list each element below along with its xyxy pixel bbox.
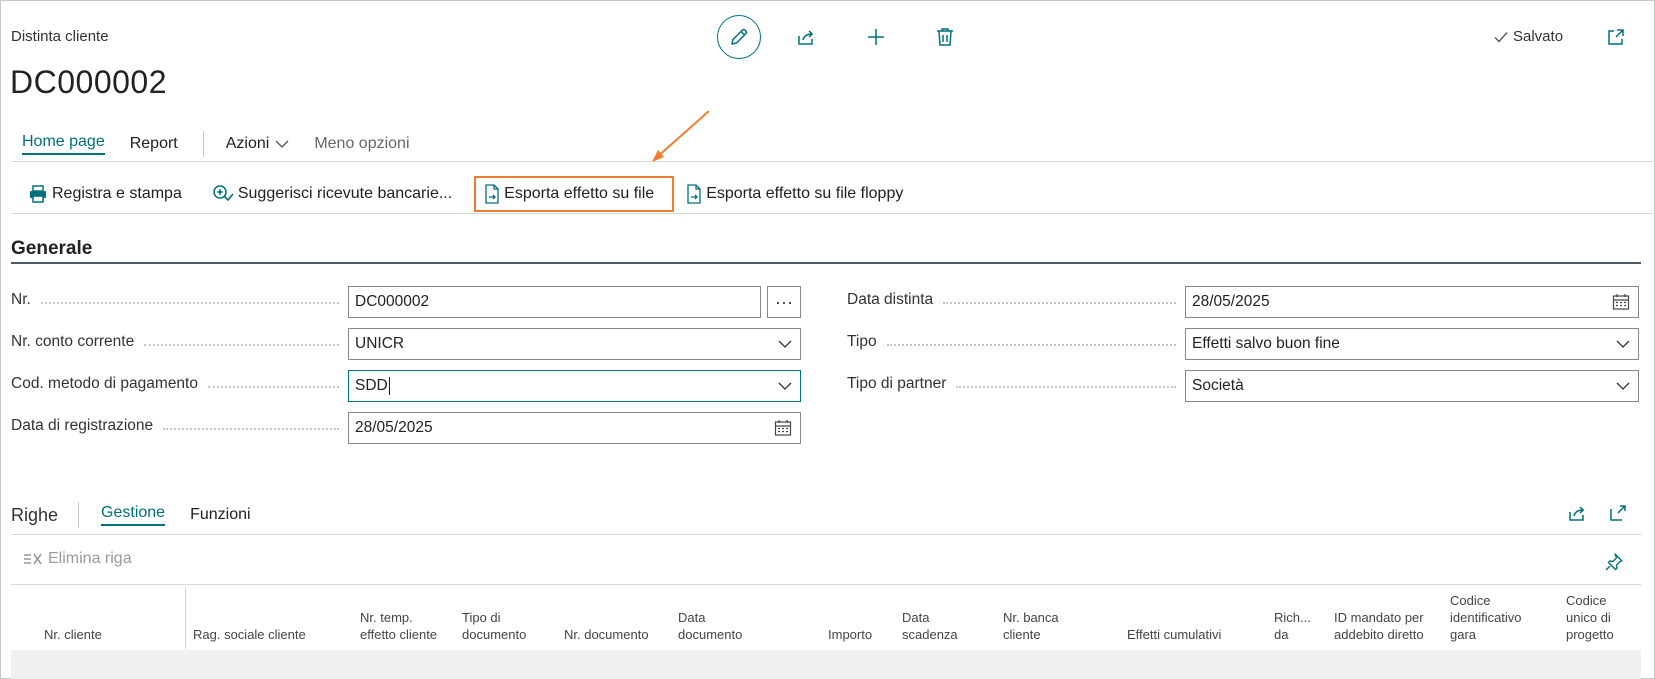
calendar-icon[interactable]	[774, 419, 792, 437]
delete-row-icon	[24, 553, 42, 565]
delete-line-button[interactable]: Elimina riga	[23, 550, 132, 568]
posting-date-field[interactable]: 28/05/2025	[348, 412, 801, 444]
label-payment-method: Cod. metodo di pagamento	[11, 375, 347, 393]
col-temp-effect-no[interactable]: Nr. temp. effetto cliente	[360, 609, 440, 643]
label-type: Tipo	[847, 333, 1184, 351]
col-direct-debit-mandate-id[interactable]: ID mandato per addebito diretto	[1334, 609, 1429, 643]
chevron-down-icon	[1616, 340, 1630, 348]
post-and-print-label: Registra e stampa	[52, 185, 182, 202]
col-due-date[interactable]: Data scadenza	[902, 609, 972, 643]
lines-title: Righe	[11, 504, 59, 525]
label-slip-date: Data distinta	[847, 291, 1184, 309]
col-project-code[interactable]: Codice unico di progetto	[1566, 592, 1641, 643]
lines-tabs-divider	[11, 534, 1641, 535]
section-title-general: Generale	[11, 238, 93, 259]
export-effect-to-file-button[interactable]: Esporta effetto su file	[474, 176, 675, 212]
suggest-receipts-icon	[213, 185, 234, 202]
open-in-new-window-icon	[1608, 29, 1624, 45]
slip-date-field[interactable]: 28/05/2025	[1185, 286, 1639, 318]
col-document-no[interactable]: Nr. documento	[564, 626, 649, 643]
chevron-down-icon	[1616, 382, 1630, 390]
tab-manage[interactable]: Gestione	[101, 504, 166, 526]
chevron-down-icon	[778, 340, 792, 348]
col-customer-bank-no[interactable]: Nr. banca cliente	[1003, 609, 1073, 643]
suggest-bank-receipts-label: Suggerisci ricevute bancarie...	[237, 185, 453, 202]
edit-button[interactable]	[717, 15, 761, 59]
section-underline	[11, 262, 1641, 264]
expand-icon	[1610, 505, 1626, 521]
partner-type-select[interactable]: Società	[1185, 370, 1639, 402]
page-caption: Distinta cliente	[11, 28, 109, 45]
page-tabs: Home page Report Azioni Meno opzioni	[22, 131, 435, 157]
action-bar: Registra e stampa Suggerisci ricevute ba…	[24, 176, 907, 212]
delete-line-label: Elimina riga	[48, 550, 132, 567]
share-button[interactable]	[791, 22, 821, 52]
tab-actions-label: Azioni	[225, 135, 270, 152]
column-separator	[185, 587, 186, 649]
new-button[interactable]	[861, 22, 891, 52]
label-number: Nr.	[11, 291, 347, 309]
delete-button[interactable]	[930, 22, 960, 52]
saved-label: Salvato	[1513, 28, 1564, 45]
tab-actions[interactable]: Azioni	[226, 135, 290, 153]
type-select[interactable]: Effetti salvo buon fine	[1185, 328, 1639, 360]
col-amount[interactable]: Importo	[828, 626, 872, 643]
grid-top-divider	[11, 584, 1641, 585]
share-icon	[1569, 506, 1584, 521]
col-document-type[interactable]: Tipo di documento	[462, 609, 542, 643]
number-lookup-button[interactable]: ···	[767, 286, 801, 318]
actions-divider	[11, 213, 1655, 214]
post-and-print-button[interactable]: Registra e stampa	[24, 176, 186, 212]
printer-icon	[30, 185, 46, 203]
col-document-date[interactable]: Data documento	[678, 609, 758, 643]
plus-icon	[868, 29, 884, 45]
chevron-down-icon	[778, 382, 792, 390]
export-effect-to-floppy-button[interactable]: Esporta effetto su file floppy	[682, 176, 907, 212]
tab-functions[interactable]: Funzioni	[190, 506, 250, 524]
col-customer-no[interactable]: Nr. cliente	[44, 626, 102, 643]
saved-status: Salvato	[1493, 28, 1563, 45]
document-export-icon	[687, 184, 701, 204]
col-requested-by[interactable]: Rich... da	[1274, 609, 1314, 643]
label-partner-type: Tipo di partner	[847, 375, 1184, 393]
chevron-down-icon	[275, 140, 289, 148]
pencil-icon	[731, 28, 748, 45]
lines-grid-body	[11, 650, 1641, 679]
more-options-icon: ···	[775, 291, 793, 312]
open-new-window-button[interactable]	[1601, 22, 1631, 52]
col-cumulative-effects[interactable]: Effetti cumulativi	[1127, 626, 1221, 643]
document-export-icon	[485, 184, 499, 204]
share-icon	[798, 30, 813, 45]
col-tender-code[interactable]: Codice identificativo gara	[1450, 592, 1540, 643]
tabs-divider	[11, 161, 1655, 162]
pin-button[interactable]	[1602, 550, 1626, 574]
checkmark-icon	[1494, 31, 1508, 43]
bank-account-select[interactable]: UNICR	[348, 328, 801, 360]
suggest-bank-receipts-button[interactable]: Suggerisci ricevute bancarie...	[208, 176, 456, 212]
lines-tabs: Righe Gestione Funzioni	[11, 502, 276, 528]
tab-home[interactable]: Home page	[22, 133, 105, 155]
page-title: DC000002	[10, 64, 167, 100]
tab-report[interactable]: Report	[130, 135, 178, 153]
label-posting-date: Data di registrazione	[11, 417, 347, 435]
lines-share-button[interactable]	[1562, 498, 1592, 528]
tab-separator	[202, 131, 204, 157]
pin-icon	[1605, 553, 1623, 571]
payment-method-select[interactable]: SDD	[348, 370, 801, 402]
lines-expand-button[interactable]	[1603, 498, 1633, 528]
tab-fewer-options[interactable]: Meno opzioni	[314, 135, 409, 153]
text-cursor	[388, 377, 390, 395]
lines-separator	[78, 502, 80, 528]
col-customer-name[interactable]: Rag. sociale cliente	[193, 626, 306, 643]
trash-icon	[937, 28, 953, 46]
export-effect-to-floppy-label: Esporta effetto su file floppy	[706, 185, 904, 202]
calendar-icon[interactable]	[1612, 293, 1630, 311]
lines-grid-header: Nr. cliente Rag. sociale cliente Nr. tem…	[11, 587, 1641, 649]
number-field[interactable]: DC000002	[348, 286, 761, 318]
export-effect-to-file-label: Esporta effetto su file	[504, 185, 655, 202]
label-bank-account: Nr. conto corrente	[11, 333, 347, 351]
